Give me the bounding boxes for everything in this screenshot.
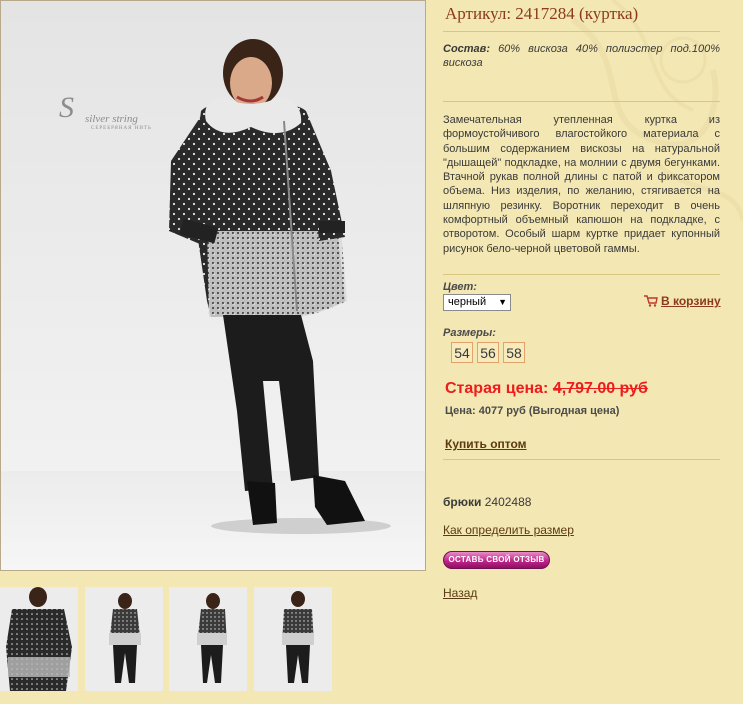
add-to-cart-label: В корзину [661,294,721,308]
leave-review-button[interactable]: ОСТАВЬ СВОЙ ОТЗЫВ [443,551,550,569]
old-price: Старая цена: 4,797.00 руб [445,380,648,398]
current-price: Цена: 4077 руб (Выгодная цена) [445,405,620,417]
thumbnail-side[interactable] [169,587,247,691]
pants-label: брюки [443,495,482,509]
thumbnail-back-image [109,593,141,683]
chevron-down-icon: ▼ [498,297,507,307]
size-guide-link[interactable]: Как определить размер [443,523,574,537]
divider [443,31,720,32]
thumbnail-front[interactable] [0,587,78,691]
size-option[interactable]: 56 [477,342,499,363]
composition-label: Состав: [443,43,490,55]
old-price-value: 4,797.00 руб [552,380,648,397]
divider [443,274,720,275]
model-figure [1,39,425,570]
related-pants: брюки 2402488 [443,495,531,509]
color-select-value: черный [448,296,487,308]
divider [443,459,720,460]
thumbnail-front-full-image [282,591,314,683]
back-link[interactable]: Назад [443,586,477,600]
cart-icon [644,295,658,307]
thumbnail-side-image [197,593,227,683]
buy-wholesale-link[interactable]: Купить оптом [445,437,527,451]
thumbnail-back[interactable] [85,587,163,691]
divider [443,101,720,102]
product-title: Артикул: 2417284 (куртка) [445,4,639,23]
sizes-label: Размеры: [443,327,496,339]
main-product-image[interactable]: S silver string СЕРЕБРЯНАЯ НИТЬ [0,0,426,571]
add-to-cart-link[interactable]: В корзину [644,294,721,308]
pants-code: 2402488 [484,495,532,509]
product-description: Замечательная утепленная куртка из формо… [443,114,720,255]
thumbnail-front-image [6,587,72,691]
color-label: Цвет: [443,281,477,293]
old-price-label: Старая цена: [445,380,549,397]
size-option[interactable]: 54 [451,342,473,363]
color-select[interactable]: черный ▼ [443,294,511,311]
composition: Состав: 60% вискоза 40% полиэстер под.10… [443,42,720,70]
size-option[interactable]: 58 [503,342,525,363]
thumbnail-front-full[interactable] [254,587,332,691]
